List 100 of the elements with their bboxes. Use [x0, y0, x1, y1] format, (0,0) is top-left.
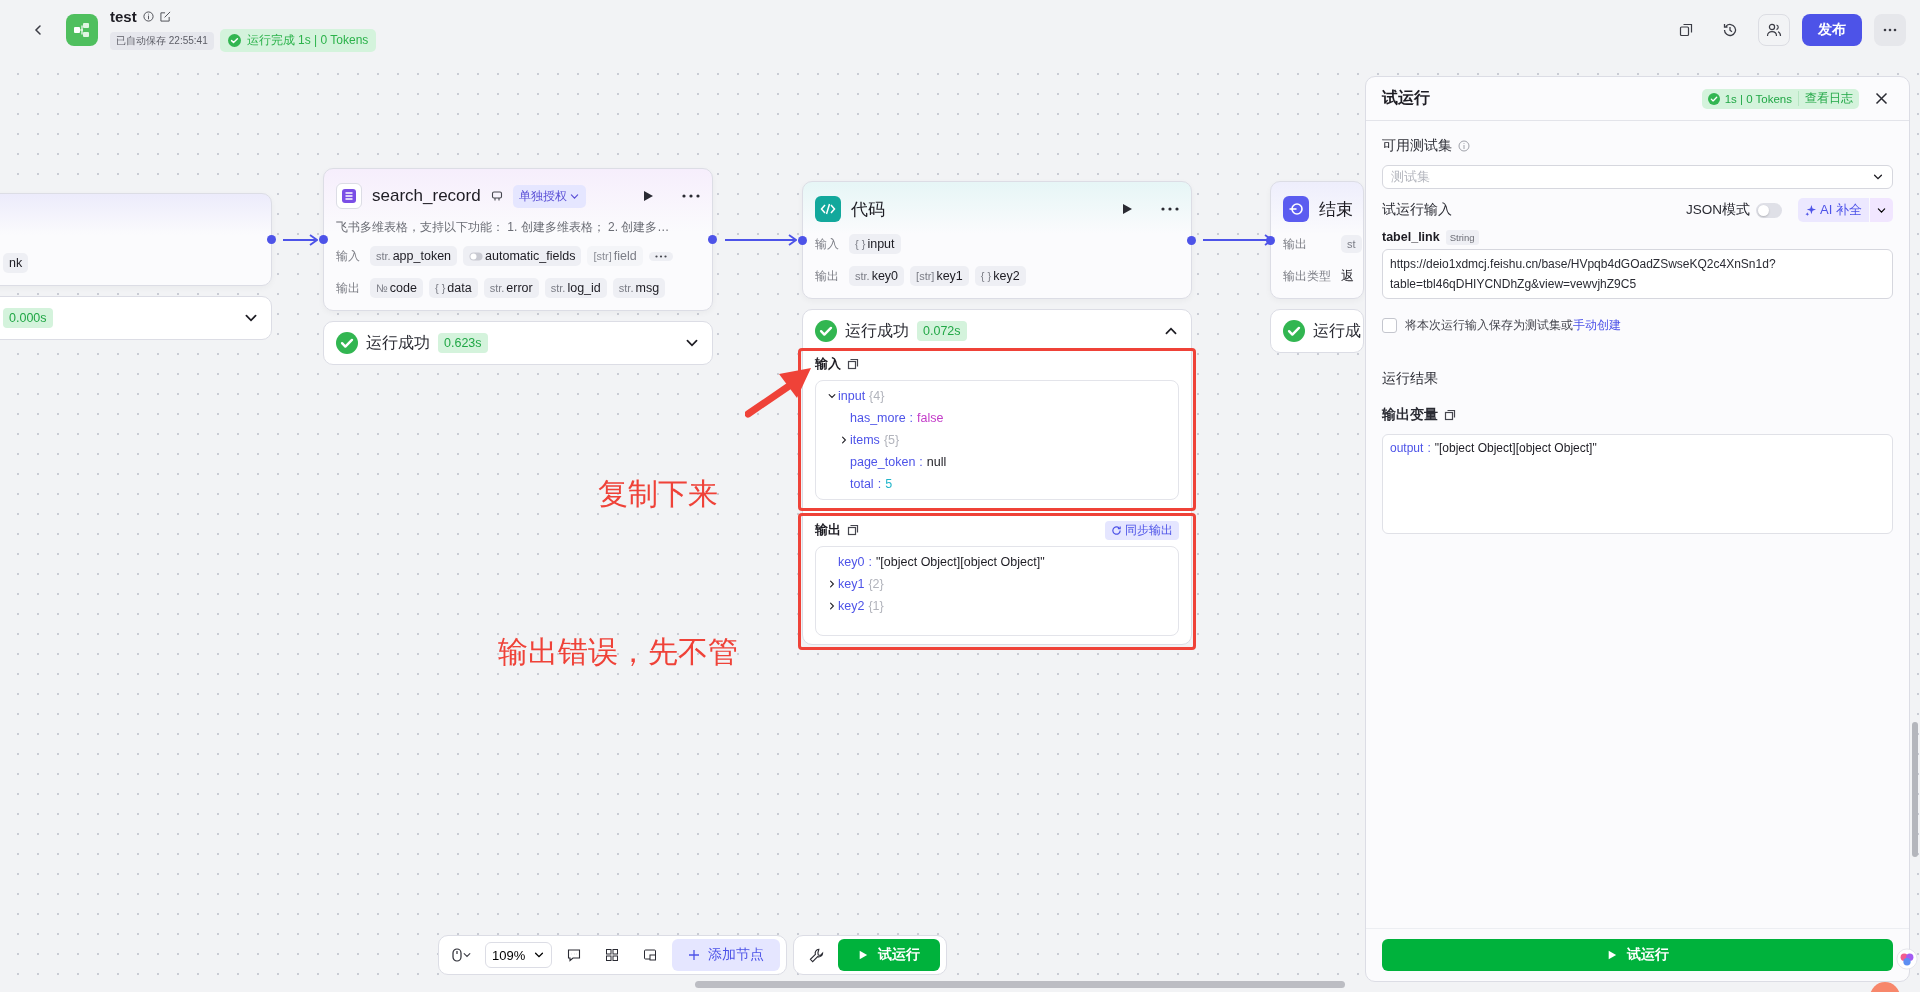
more-icon — [1883, 28, 1897, 32]
play-icon[interactable] — [642, 190, 654, 202]
separator: : — [919, 454, 923, 471]
tree-key: key2 — [838, 597, 865, 615]
separator: : — [868, 554, 872, 571]
input-field[interactable]: https://deio1xdmcj.feishu.cn/base/HVpqb4dGOadZSwseKQ2c4XnSn1d?table=tbl46qDHIYCNDhZg&view=vewvjhZ9C5 — [1382, 249, 1893, 299]
variable-name: code — [389, 281, 417, 295]
comment-icon — [567, 948, 582, 962]
more-button[interactable] — [648, 251, 673, 261]
item-count: {5} — [883, 432, 900, 449]
variable-name: msg — [635, 281, 660, 295]
check-circle-icon — [815, 320, 837, 342]
chevron-right-icon — [827, 601, 837, 611]
app-title: test — [110, 8, 137, 25]
more-icon[interactable] — [1161, 207, 1179, 211]
type-label: { } — [980, 270, 992, 282]
variable-name: data — [447, 281, 472, 295]
tree-value: 5 — [885, 476, 893, 493]
sparkle-icon — [1805, 204, 1817, 216]
edit-icon[interactable] — [159, 11, 171, 22]
code-icon — [815, 196, 841, 222]
copy-icon[interactable] — [847, 358, 859, 370]
section-label: 运行结果 — [1382, 370, 1438, 388]
row-label: 输出类型 — [1283, 267, 1332, 285]
add-node-button[interactable]: 添加节点 — [672, 939, 781, 971]
tree-key: has_more — [850, 409, 906, 427]
separator: : — [877, 476, 882, 493]
annotation-text: 复制下来 — [598, 476, 718, 512]
tree-value: null — [926, 454, 947, 471]
tree-key: key1 — [838, 575, 865, 593]
connection-port[interactable] — [1266, 235, 1275, 245]
type-label: str. — [376, 250, 391, 262]
run-summary: 1s | 0 Tokens — [1701, 92, 1798, 105]
variable-name: log_id — [567, 281, 601, 295]
plus-icon — [688, 949, 701, 961]
refresh-icon — [1111, 524, 1122, 536]
copy-icon — [1679, 23, 1693, 37]
check-circle-icon — [1283, 320, 1305, 342]
variable-name: input — [867, 237, 895, 251]
sync-output-button[interactable]: 同步输出 — [1105, 520, 1179, 540]
connection-port[interactable] — [267, 235, 276, 244]
type-label: str. — [618, 282, 634, 294]
output-variable-label: 输出变量 — [1382, 406, 1438, 424]
json-mode-switch[interactable] — [1756, 202, 1783, 218]
annotation-text: 输出错误，先不管 — [498, 634, 738, 670]
variable-name: key0 — [871, 269, 899, 283]
chevron-right-icon — [839, 435, 849, 445]
run-status: 运行成功 — [366, 332, 430, 353]
panel-title: 试运行 — [1382, 88, 1430, 108]
row-label: 输出 — [815, 267, 840, 285]
tree-key: input — [838, 387, 866, 405]
tree-value: false — [917, 410, 944, 427]
type-label: { } — [855, 238, 866, 250]
zoom-select[interactable]: 109% — [485, 942, 553, 968]
tree-key: total — [850, 475, 874, 493]
item-count: {1} — [868, 598, 884, 615]
toggle-icon — [469, 251, 484, 261]
connection-port[interactable] — [708, 235, 717, 244]
section-label: 试运行输入 — [1382, 201, 1452, 219]
ai-complete-button[interactable]: AI 补全 — [1798, 198, 1869, 222]
chevron-down-icon — [827, 391, 837, 401]
table-icon — [336, 183, 362, 209]
copy-icon[interactable] — [847, 524, 859, 536]
publish-button[interactable]: 发布 — [1802, 14, 1862, 46]
tree-key: items — [850, 431, 880, 449]
play-icon[interactable] — [1121, 203, 1133, 215]
run-button[interactable]: 试运行 — [1382, 939, 1893, 971]
section-label: 可用测试集 — [1382, 137, 1452, 155]
node-title: 代码 — [851, 198, 885, 221]
output-type: 返 — [1341, 267, 1354, 285]
variable-name: field — [613, 249, 637, 263]
type-tag: String — [1445, 229, 1479, 245]
save-option-text: 将本次运行输入保存为测试集或手动创建 — [1405, 317, 1621, 334]
checkbox[interactable] — [1382, 318, 1397, 333]
tree-key: key0 — [838, 553, 865, 571]
connection-port[interactable] — [798, 235, 807, 245]
test-run-button[interactable]: 试运行 — [838, 939, 941, 971]
copy-icon[interactable] — [1444, 409, 1456, 421]
row-label: 输出 — [336, 279, 361, 297]
collaborators-button[interactable] — [1758, 14, 1790, 46]
item-count: {2} — [868, 576, 884, 593]
type-label: { } — [434, 282, 446, 294]
run-status: 运行成功 — [845, 320, 909, 341]
variable-name: app_token — [392, 249, 452, 263]
brain-icon[interactable] — [1896, 948, 1918, 970]
row-label: 输入 — [336, 247, 361, 265]
connection-port[interactable] — [319, 235, 328, 244]
create-manually-link[interactable]: 手动创建 — [1573, 318, 1621, 332]
variable-name: automatic_fields — [485, 249, 576, 263]
run-status: 运行成 — [1313, 320, 1361, 341]
more-icon[interactable] — [682, 194, 700, 198]
row-label: 输入 — [815, 235, 840, 253]
type-label: str. — [550, 282, 566, 294]
app-logo — [66, 14, 98, 46]
connection-port[interactable] — [1187, 235, 1196, 245]
item-count: {4} — [869, 388, 885, 405]
info-icon[interactable] — [142, 11, 154, 22]
auth-dropdown[interactable]: 单独授权 — [512, 184, 586, 208]
ai-options-button[interactable] — [1870, 198, 1893, 222]
duration-badge: 0.000s — [3, 308, 53, 328]
